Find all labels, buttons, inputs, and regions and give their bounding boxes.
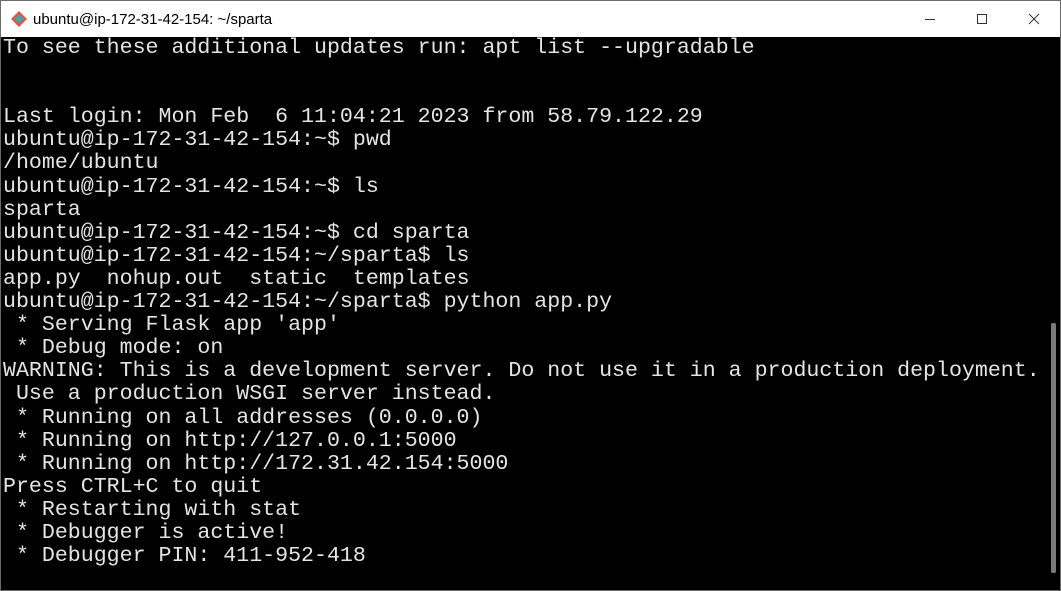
terminal-line: * Running on all addresses (0.0.0.0) [3, 405, 1048, 430]
terminal-line: ubuntu@ip-172-31-42-154:~$ pwd [3, 129, 1048, 152]
terminal-line: sparta [3, 197, 1048, 222]
terminal-text-segment: ubuntu@ip-172-31-42-154:~$ ls [3, 174, 379, 199]
terminal-line: ubuntu@ip-172-31-42-154:~/sparta$ ls [3, 243, 1048, 268]
terminal-text-segment: ubuntu@ip-172-31-42-154:~$ cd sparta [3, 220, 470, 245]
title-bar[interactable]: ubuntu@ip-172-31-42-154: ~/sparta [1, 1, 1060, 37]
terminal-text-segment: sparta [3, 197, 81, 222]
terminal-text-segment: app.py nohup.out [3, 266, 250, 291]
terminal-window: ubuntu@ip-172-31-42-154: ~/sparta To see… [0, 0, 1061, 591]
minimize-icon [925, 19, 935, 20]
terminal-line: WARNING: This is a development server. D… [3, 360, 1048, 383]
terminal-line: * Restarting with stat [3, 497, 1048, 522]
terminal-line: * Running on http://127.0.0.1:5000 [3, 428, 1048, 453]
terminal-text-segment: WARNING: This is a development server. D… [3, 359, 1040, 384]
terminal-line: To see these additional updates run: apt… [3, 37, 1048, 60]
terminal-text-segment: ubuntu@ip-172-31-42-154:~/sparta$ ls [3, 243, 470, 268]
terminal-line: ubuntu@ip-172-31-42-154:~/sparta$ python… [3, 290, 1048, 315]
terminal-text-segment: templates [352, 266, 470, 291]
terminal-text-segment: /home/ubuntu [3, 151, 159, 176]
vertical-scrollbar[interactable] [1048, 37, 1060, 590]
terminal-line: * Debugger is active! [3, 520, 1048, 545]
terminal-text-segment: * Running on http://172.31.42.154:5000 [3, 451, 509, 476]
terminal-text-segment: * Running on all addresses (0.0.0.0) [3, 405, 483, 430]
terminal-line: * Debug mode: on [3, 337, 1048, 360]
terminal-line: app.py nohup.out static templates [3, 266, 1048, 291]
terminal-text-segment: Last login: Mon Feb 6 11:04:21 2023 from… [3, 105, 703, 130]
minimize-button[interactable] [904, 1, 956, 37]
terminal-line: * Debugger PIN: 411-952-418 [3, 545, 1048, 568]
terminal-text-segment: ubuntu@ip-172-31-42-154:~/sparta$ python… [3, 290, 613, 315]
terminal-line: ubuntu@ip-172-31-42-154:~$ ls [3, 174, 1048, 199]
terminal-output[interactable]: To see these additional updates run: apt… [1, 37, 1048, 590]
terminal-text-segment: * Serving Flask app 'app' [3, 313, 340, 338]
maximize-icon [977, 14, 987, 24]
terminal-text-segment: Press CTRL+C to quit [3, 474, 263, 499]
terminal-line: /home/ubuntu [3, 152, 1048, 175]
terminal-text-segment: * Debugger is active! [3, 520, 289, 545]
terminal-text-segment: static [249, 266, 327, 291]
terminal-text-segment: * Debugger PIN: 411-952-418 [3, 544, 366, 569]
close-icon [1028, 13, 1040, 25]
window-controls [904, 1, 1060, 37]
terminal-line: * Running on http://172.31.42.154:5000 [3, 451, 1048, 476]
terminal-text-segment: * Restarting with stat [3, 497, 302, 522]
terminal-text-segment: To see these additional updates run: apt… [3, 37, 755, 60]
close-button[interactable] [1008, 1, 1060, 37]
maximize-button[interactable] [956, 1, 1008, 37]
terminal-text-segment: * Debug mode: on [3, 336, 224, 361]
terminal-text-segment: Use a production WSGI server instead. [3, 382, 496, 407]
terminal-line: * Serving Flask app 'app' [3, 314, 1048, 337]
terminal-line: Use a production WSGI server instead. [3, 383, 1048, 406]
terminal-text-segment: ubuntu@ip-172-31-42-154:~$ pwd [3, 128, 392, 153]
terminal-line: Last login: Mon Feb 6 11:04:21 2023 from… [3, 106, 1048, 129]
git-bash-diamond-icon [11, 11, 27, 27]
terminal-line: ubuntu@ip-172-31-42-154:~$ cd sparta [3, 220, 1048, 245]
window-title: ubuntu@ip-172-31-42-154: ~/sparta [33, 10, 273, 28]
terminal-line: Press CTRL+C to quit [3, 474, 1048, 499]
scroll-thumb[interactable] [1051, 323, 1056, 573]
terminal-text-segment: * Running on http://127.0.0.1:5000 [3, 428, 457, 453]
